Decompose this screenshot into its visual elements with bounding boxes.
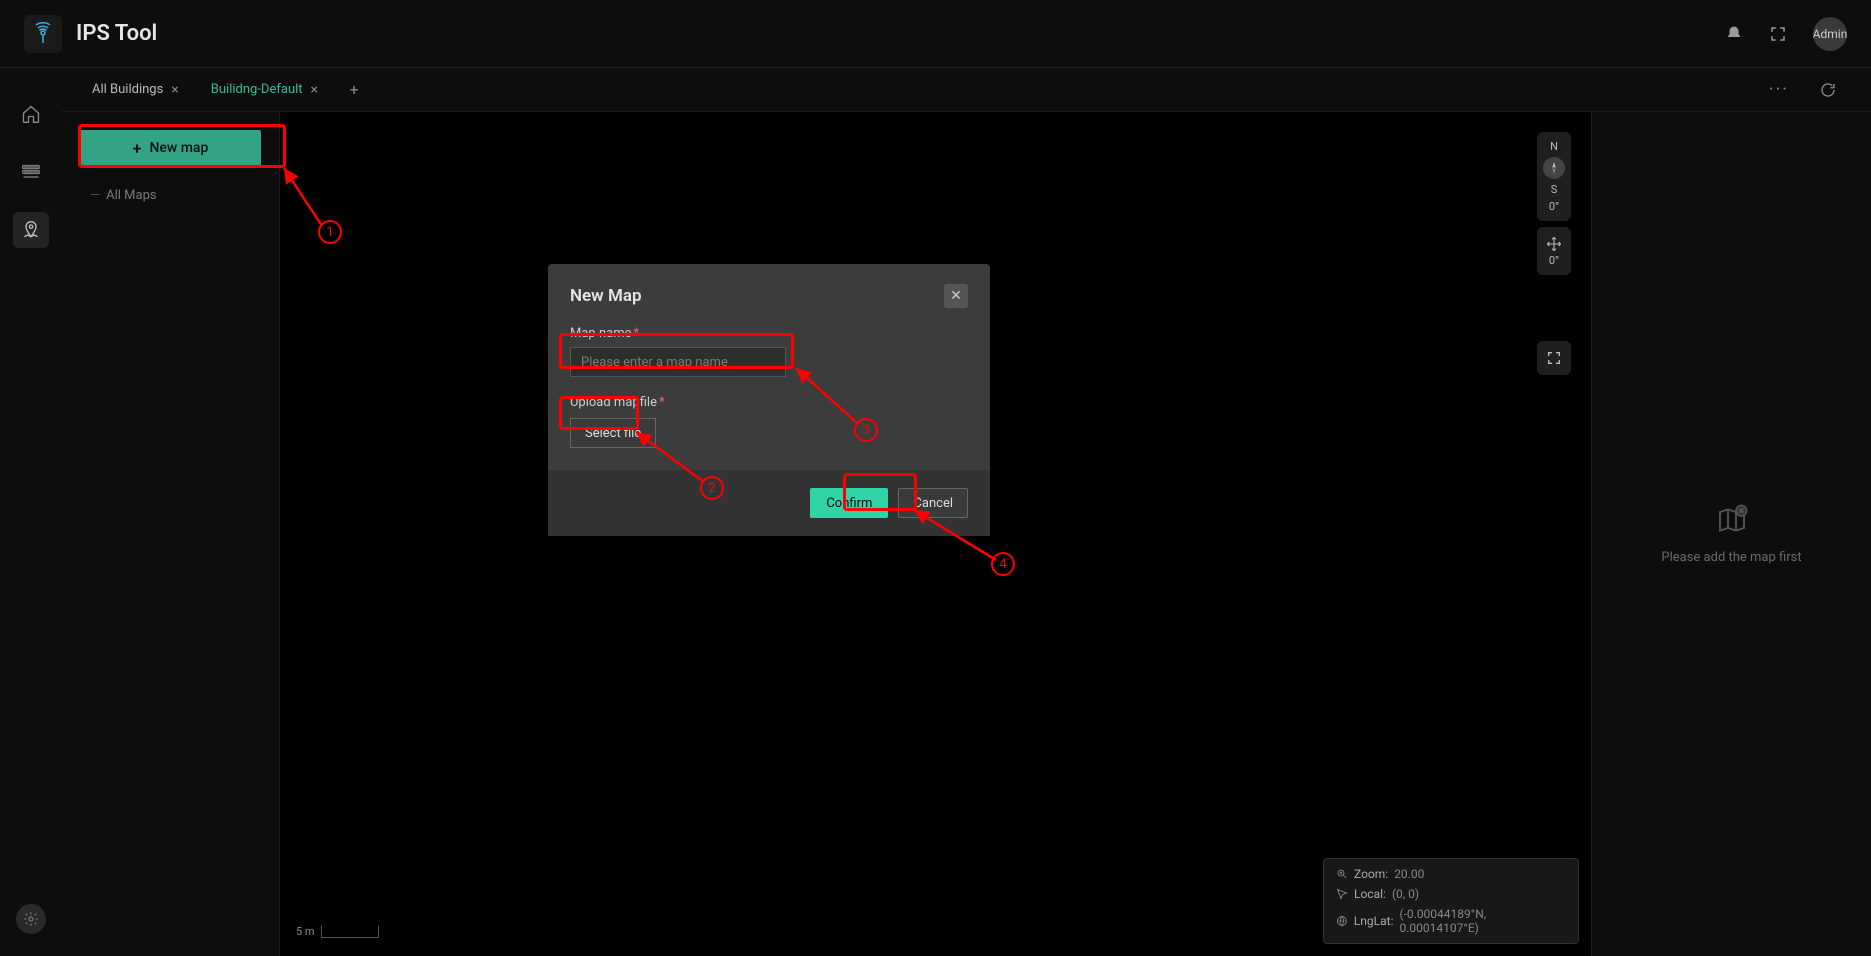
zoom-icon [1336,868,1348,880]
required-mark: * [634,326,640,341]
new-map-button[interactable]: + New map [80,130,261,166]
antenna-icon [31,22,55,46]
cancel-button[interactable]: Cancel [898,488,968,518]
pan-degrees: 0° [1549,254,1559,267]
upload-label-text: Upload mapfile [570,395,657,410]
info-zoom: Zoom: 20.00 [1336,867,1566,881]
settings-button[interactable] [16,904,46,934]
zoom-key: Zoom: [1354,867,1388,881]
compass-icon [1543,157,1565,179]
compass-south: S [1551,183,1558,196]
modal-header: New Map ✕ [548,264,990,322]
tab-label: All Buildings [92,82,163,97]
cursor-icon [1336,888,1348,900]
inspector-empty-text: Please add the map first [1661,550,1801,565]
left-nav-rail [0,68,62,956]
plus-icon: + [133,139,142,158]
modal-close-button[interactable]: ✕ [944,284,968,308]
new-map-label: New map [149,140,208,156]
map-controls: N S 0° 0° [1537,132,1571,375]
app-title: IPS Tool [76,21,157,46]
notifications-icon[interactable] [1725,25,1743,43]
compass-north: N [1550,140,1558,153]
map-name-label-text: Map name [570,326,632,341]
modal-body: Map name* Upload mapfile* Select file [548,326,990,470]
nav-bottom [16,904,46,934]
top-bar: IPS Tool Admin [0,0,1871,68]
info-lnglat: LngLat: (-0.00044189°N, 0.00014107°E) [1336,907,1566,935]
all-maps-text: All Maps [106,188,156,203]
tab-building-default[interactable]: Builidng-Default × [197,74,332,106]
map-list-panel: + New map — All Maps [62,112,280,956]
inspector-panel: Please add the map first [1591,112,1871,956]
required-mark: * [659,395,665,410]
add-tab-button[interactable]: + [340,76,368,104]
local-val: (0, 0) [1392,887,1419,901]
top-bar-right: Admin [1725,17,1847,51]
select-file-button[interactable]: Select file [570,418,656,448]
refresh-icon[interactable] [1819,81,1837,99]
lnglat-val: (-0.00044189°N, 0.00014107°E) [1399,907,1566,935]
more-icon[interactable]: ··· [1769,79,1789,100]
tabs-row: All Buildings × Builidng-Default × + ··· [62,68,1871,112]
tab-all-buildings[interactable]: All Buildings × [78,74,193,106]
dash-icon: — [90,188,100,203]
expand-icon [1546,350,1562,366]
compass-control[interactable]: N S 0° [1537,132,1571,221]
map-info-panel: Zoom: 20.00 Local: (0, 0) LngLat: (-0.00… [1323,858,1579,944]
nav-home[interactable] [13,96,49,132]
nav-maps[interactable] [13,212,49,248]
globe-icon [1336,915,1348,927]
expand-control[interactable] [1537,341,1571,375]
zoom-val: 20.00 [1394,867,1424,881]
modal-footer: Confirm Cancel [548,470,990,536]
confirm-button[interactable]: Confirm [810,488,888,518]
new-map-modal: New Map ✕ Map name* Upload mapfile* Sele… [548,264,990,536]
close-icon[interactable]: × [311,82,318,98]
user-avatar[interactable]: Admin [1813,17,1847,51]
scale-track [321,926,379,938]
move-icon [1546,236,1562,252]
map-name-label: Map name* [570,326,968,341]
fullscreen-icon[interactable] [1769,25,1787,43]
map-missing-icon [1716,504,1748,536]
upload-mapfile-label: Upload mapfile* [570,395,968,410]
app-logo [24,15,62,53]
pan-control[interactable]: 0° [1537,227,1571,275]
scale-label: 5 m [296,925,315,938]
scale-bar: 5 m [296,925,379,938]
nav-layers[interactable] [13,154,49,190]
local-key: Local: [1354,887,1386,901]
close-icon: ✕ [950,288,962,304]
modal-title: New Map [570,286,642,306]
compass-degrees: 0° [1549,200,1559,213]
close-icon[interactable]: × [171,82,178,98]
info-local: Local: (0, 0) [1336,887,1566,901]
tabs-right-controls: ··· [1769,79,1871,100]
tab-label: Builidng-Default [211,82,303,97]
map-name-input[interactable] [570,347,786,377]
all-maps-header: — All Maps [80,188,261,203]
lnglat-key: LngLat: [1354,914,1394,928]
gear-icon [23,911,39,927]
